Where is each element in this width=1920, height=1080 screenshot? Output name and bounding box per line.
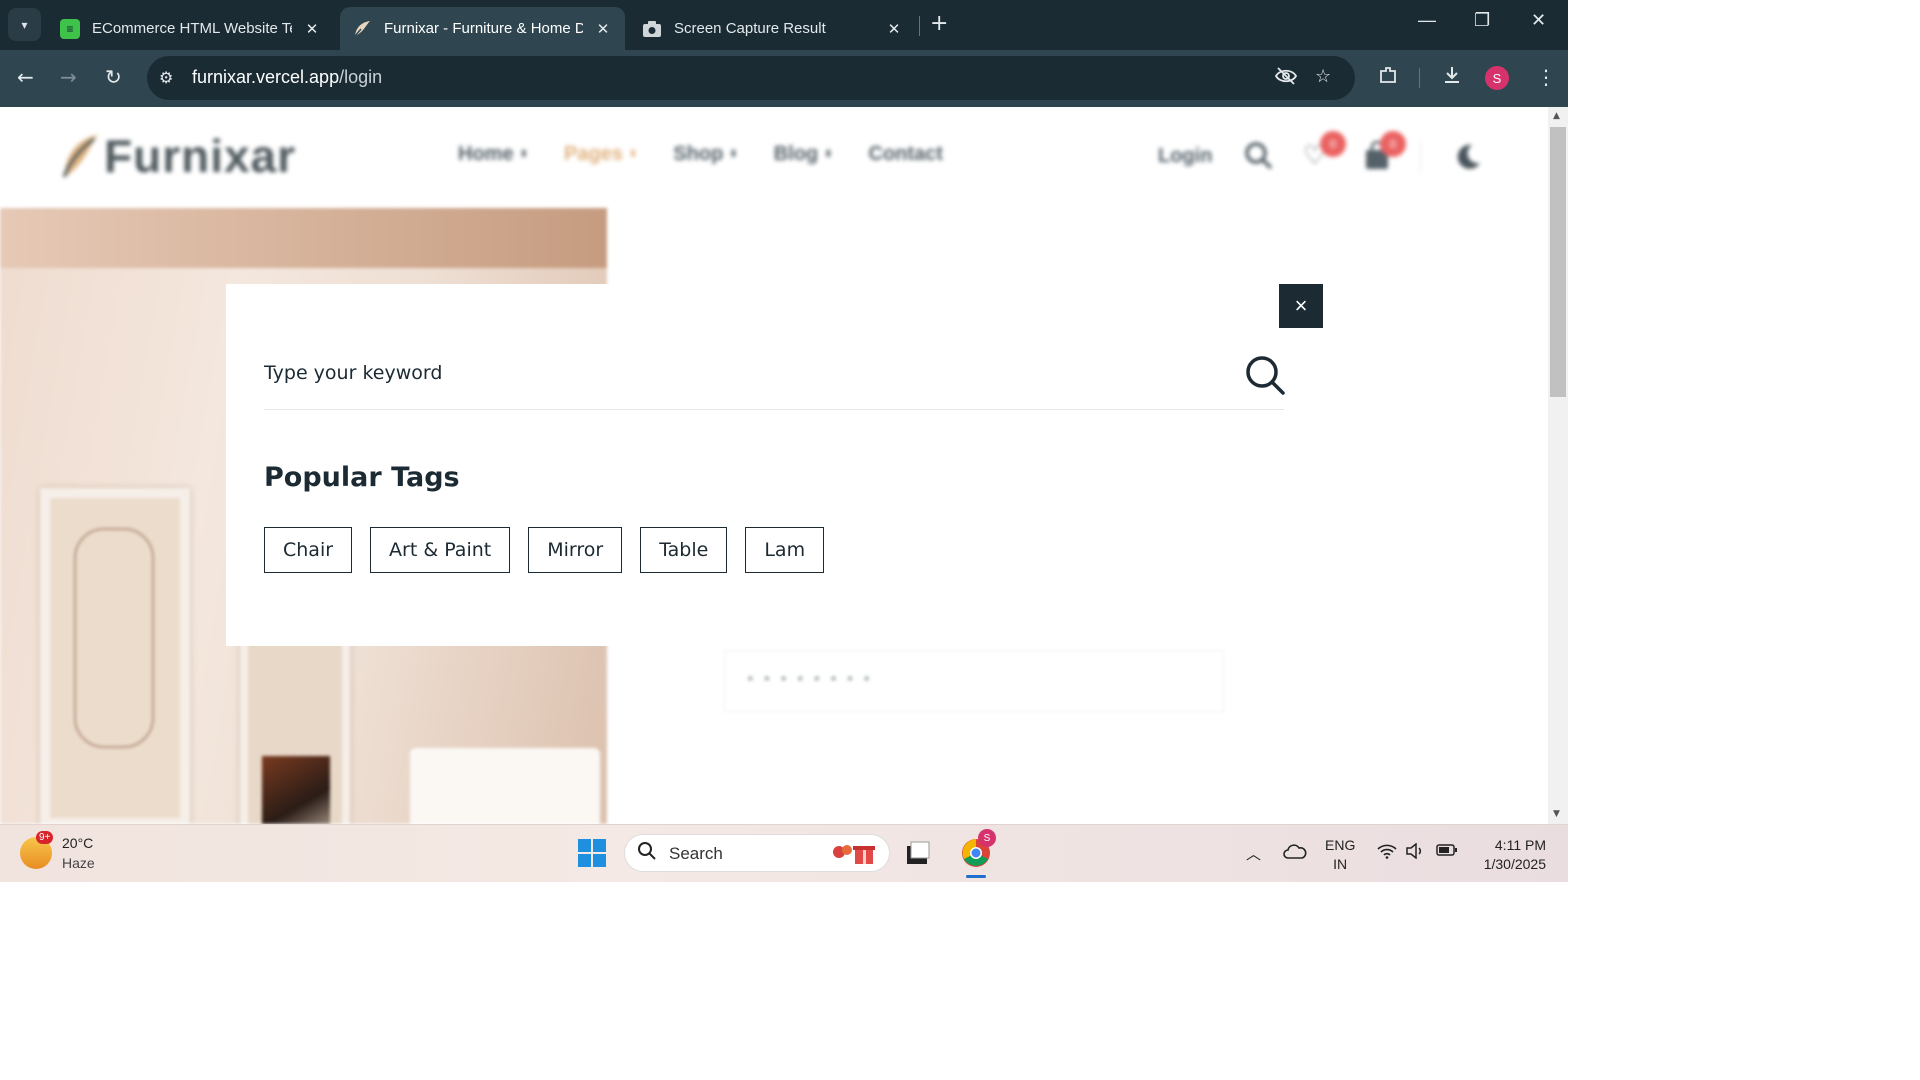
- reload-icon[interactable]: ↻: [105, 65, 122, 89]
- restore-icon[interactable]: ❐: [1474, 10, 1490, 31]
- dark-mode-moon-icon[interactable]: [1452, 141, 1484, 180]
- gift-flowers-icon: [831, 842, 879, 871]
- furnixar-leaf-icon: [352, 19, 372, 39]
- menu-item-pages[interactable]: Pages ⬍: [564, 143, 637, 166]
- tab-title: Furnixar - Furniture & Home Decor: [384, 20, 583, 37]
- wall-shadow: [0, 208, 607, 268]
- lamp-shade: [410, 748, 600, 824]
- show-hidden-icons-chevron-icon[interactable]: ︿: [1246, 843, 1261, 864]
- close-search-button[interactable]: ×: [1279, 284, 1323, 328]
- header-search-icon[interactable]: [1244, 141, 1274, 178]
- forward-icon[interactable]: →: [60, 65, 77, 89]
- volume-icon[interactable]: [1405, 842, 1425, 863]
- profile-avatar[interactable]: S: [1485, 66, 1509, 90]
- chrome-profile-badge: S: [978, 829, 996, 847]
- popular-tags-heading: Popular Tags: [264, 462, 460, 493]
- download-icon[interactable]: [1442, 65, 1462, 90]
- taskbar-search-label: Search: [669, 844, 723, 863]
- clock-date: 1/30/2025: [1483, 856, 1546, 872]
- system-clock[interactable]: 4:11 PM 1/30/2025: [1470, 836, 1546, 874]
- logo-text: Furnixar: [104, 130, 297, 182]
- close-tab-icon[interactable]: ✕: [593, 20, 613, 38]
- site-logo[interactable]: Furnixar: [60, 129, 296, 183]
- wall-art-frame: [40, 488, 190, 824]
- tab-furnixar[interactable]: Furnixar - Furniture & Home Decor ✕: [340, 7, 625, 50]
- weather-widget[interactable]: 9+ 20°C Haze: [20, 831, 95, 873]
- password-placeholder: ••••••••: [745, 669, 878, 690]
- bookmark-star-icon[interactable]: ☆: [1315, 66, 1331, 87]
- scrollbar-thumb[interactable]: [1550, 127, 1566, 397]
- leaf-logo-icon: [60, 131, 100, 181]
- weather-notification-badge: 9+: [36, 831, 54, 844]
- menu-item-shop[interactable]: Shop ⬍: [673, 143, 737, 166]
- cart-count-badge: 0: [1380, 131, 1406, 157]
- task-view-icon[interactable]: [900, 835, 936, 871]
- site-settings-icon[interactable]: ⚙: [159, 68, 173, 87]
- close-tab-icon[interactable]: ✕: [302, 20, 322, 38]
- eye-off-icon[interactable]: [1274, 66, 1298, 91]
- toolbar-divider: [1419, 68, 1420, 88]
- tab-title: Screen Capture Result: [674, 20, 826, 37]
- weather-sun-icon: 9+: [20, 831, 54, 869]
- close-icon: ×: [1294, 293, 1308, 318]
- site-header: Furnixar Home ⬍ Pages ⬍ Shop ⬍ Blog ⬍ Contac…: [0, 107, 1548, 207]
- search-icon: [637, 841, 657, 866]
- tag-chair[interactable]: Chair: [264, 527, 353, 573]
- taskbar-search-box[interactable]: Search: [624, 834, 890, 872]
- popular-tags-list: Chair Art & Paint Mirror Table Lam: [264, 527, 825, 573]
- tag-lam[interactable]: Lam: [745, 527, 825, 573]
- clock-time: 4:11 PM: [1494, 837, 1546, 853]
- search-input[interactable]: [264, 358, 1224, 388]
- menu-item-blog[interactable]: Blog ⬍: [774, 143, 833, 166]
- password-field[interactable]: ••••••••: [724, 650, 1224, 712]
- browser-menu-icon[interactable]: ⋮: [1536, 65, 1556, 89]
- wifi-icon[interactable]: [1377, 843, 1397, 863]
- scroll-up-arrow-icon[interactable]: ▲: [1553, 111, 1560, 121]
- tag-table[interactable]: Table: [640, 527, 728, 573]
- search-row: [264, 346, 1286, 410]
- search-submit-icon[interactable]: [1244, 354, 1286, 396]
- tag-mirror[interactable]: Mirror: [528, 527, 623, 573]
- back-icon[interactable]: ←: [17, 65, 34, 89]
- tab-ecommerce[interactable]: ≡ ECommerce HTML Website Template ✕: [48, 7, 334, 50]
- temperature-text: 20°C: [62, 835, 94, 851]
- wishlist-count-badge: 0: [1320, 131, 1346, 157]
- close-tab-icon[interactable]: ✕: [884, 20, 904, 38]
- active-app-indicator: [966, 875, 986, 878]
- extensions-icon[interactable]: [1378, 65, 1398, 90]
- page-scrollbar[interactable]: ▲ ▼: [1548, 107, 1568, 824]
- windows-start-icon[interactable]: [578, 839, 606, 867]
- windows-taskbar: 9+ 20°C Haze Search S ︿ ENG IN 4:11 PM 1…: [0, 824, 1568, 882]
- weather-condition-text: Haze: [62, 855, 95, 871]
- camera-icon: [642, 19, 662, 39]
- close-window-icon[interactable]: ✕: [1531, 10, 1546, 31]
- menu-item-contact[interactable]: Contact: [869, 143, 943, 166]
- battery-icon[interactable]: [1436, 843, 1458, 861]
- chrome-taskbar-icon[interactable]: S: [958, 829, 996, 871]
- tab-search-button[interactable]: ▾: [8, 8, 41, 41]
- tab-divider: [919, 16, 920, 36]
- menu-item-home[interactable]: Home ⬍: [458, 143, 528, 166]
- browser-toolbar: ← → ↻ ⚙ furnixar.vercel.app/login ☆ S ⋮: [0, 50, 1568, 107]
- tag-art-paint[interactable]: Art & Paint: [370, 527, 511, 573]
- web-page: Furnixar Home ⬍ Pages ⬍ Shop ⬍ Blog ⬍ Contac…: [0, 107, 1548, 824]
- new-tab-icon[interactable]: +: [930, 11, 948, 36]
- scroll-down-arrow-icon[interactable]: ▼: [1553, 809, 1560, 819]
- header-divider: [1420, 141, 1421, 173]
- main-menu: Home ⬍ Pages ⬍ Shop ⬍ Blog ⬍ Contact: [458, 143, 943, 166]
- header-login-link[interactable]: Login: [1158, 145, 1212, 168]
- onedrive-cloud-icon[interactable]: [1283, 843, 1307, 863]
- url-text[interactable]: furnixar.vercel.app/login: [192, 67, 382, 88]
- green-doc-icon: ≡: [60, 18, 80, 39]
- tab-title: ECommerce HTML Website Template: [92, 20, 292, 37]
- address-bar[interactable]: ⚙ furnixar.vercel.app/login ☆: [147, 56, 1355, 100]
- minimize-icon[interactable]: —: [1418, 10, 1436, 31]
- search-modal: × Popular Tags Chair Art & Paint Mirror …: [226, 284, 1323, 646]
- tab-screen-capture[interactable]: Screen Capture Result ✕: [630, 7, 916, 50]
- language-indicator[interactable]: ENG IN: [1325, 836, 1355, 874]
- browser-tab-bar: ▾ ≡ ECommerce HTML Website Template ✕ Fu…: [0, 0, 1568, 50]
